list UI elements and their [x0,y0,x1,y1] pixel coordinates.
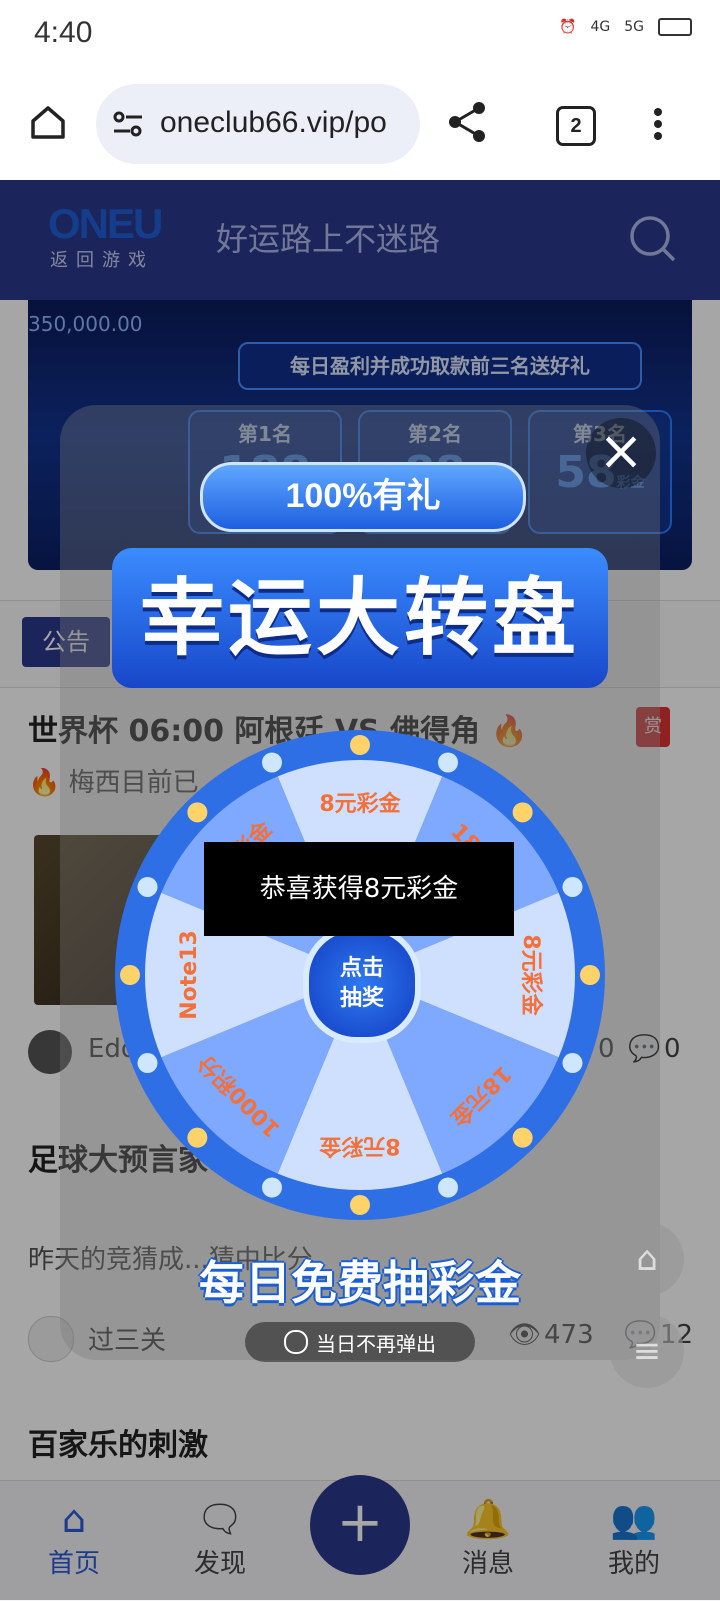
wheel-light [261,752,282,773]
wheel-light [512,1127,533,1148]
url-text: oneclub66.vip/po [160,106,387,139]
signal-4g-icon: 4G [590,19,611,35]
overflow-menu-icon[interactable] [652,104,664,144]
win-toast: 恭喜获得8元彩金 [204,842,514,936]
spin-button-line1: 点击 [339,956,384,981]
browser-toolbar: oneclub66.vip/po 2 [0,70,720,180]
wheel-light [120,965,140,985]
share-icon[interactable] [446,100,488,144]
wheel-light [512,802,533,823]
alarm-icon: ⏰ [559,19,577,35]
wheel-light [350,735,370,755]
signal-5g-icon: 5G [624,19,644,35]
status-time: 4:40 [34,16,93,49]
wheel-segment-label: 8元彩金 [319,791,401,817]
spin-button[interactable]: 点击 抽奖 [303,925,421,1043]
wheel-segment-label: Note13 [177,930,202,1020]
battery-icon [658,18,692,36]
wheel-light [580,965,600,985]
wheel-light [562,876,583,897]
wheel-segment-label: 8元彩金 [518,934,544,1016]
checkbox[interactable] [284,1330,308,1354]
float-home-button[interactable]: ⌂ [610,1222,684,1296]
free-draw-slogan: 每日免费抽彩金 [199,1256,521,1310]
wheel-light [438,752,459,773]
wheel-light [350,1195,370,1215]
wheel-segment-label: 8元彩金 [318,1133,400,1159]
tab-switcher-button[interactable]: 2 [556,106,596,146]
wheel-light [261,1177,282,1198]
wheel-light [137,1053,158,1074]
status-icons: ⏰ 4G 5G [559,18,692,36]
wheel-light [137,876,158,897]
address-bar[interactable]: oneclub66.vip/po [96,84,420,164]
dont-show-today-toggle[interactable]: 当日不再弹出 [245,1322,475,1362]
home-icon[interactable] [28,102,68,142]
spin-button-line2: 抽奖 [339,986,384,1011]
gift-pill: 100%有礼 [200,462,526,532]
wheel-title: 幸运大转盘 [112,548,608,688]
wheel-light [187,1127,208,1148]
wheel-light [562,1053,583,1074]
wheel-light [438,1177,459,1198]
close-icon[interactable]: × [586,418,656,488]
dont-show-today-label: 当日不再弹出 [316,1331,436,1356]
site-settings-icon[interactable] [112,110,144,138]
wheel-light [187,802,208,823]
status-bar: 4:40 ⏰ 4G 5G [0,0,720,70]
float-menu-button[interactable]: ≡ [610,1314,684,1388]
